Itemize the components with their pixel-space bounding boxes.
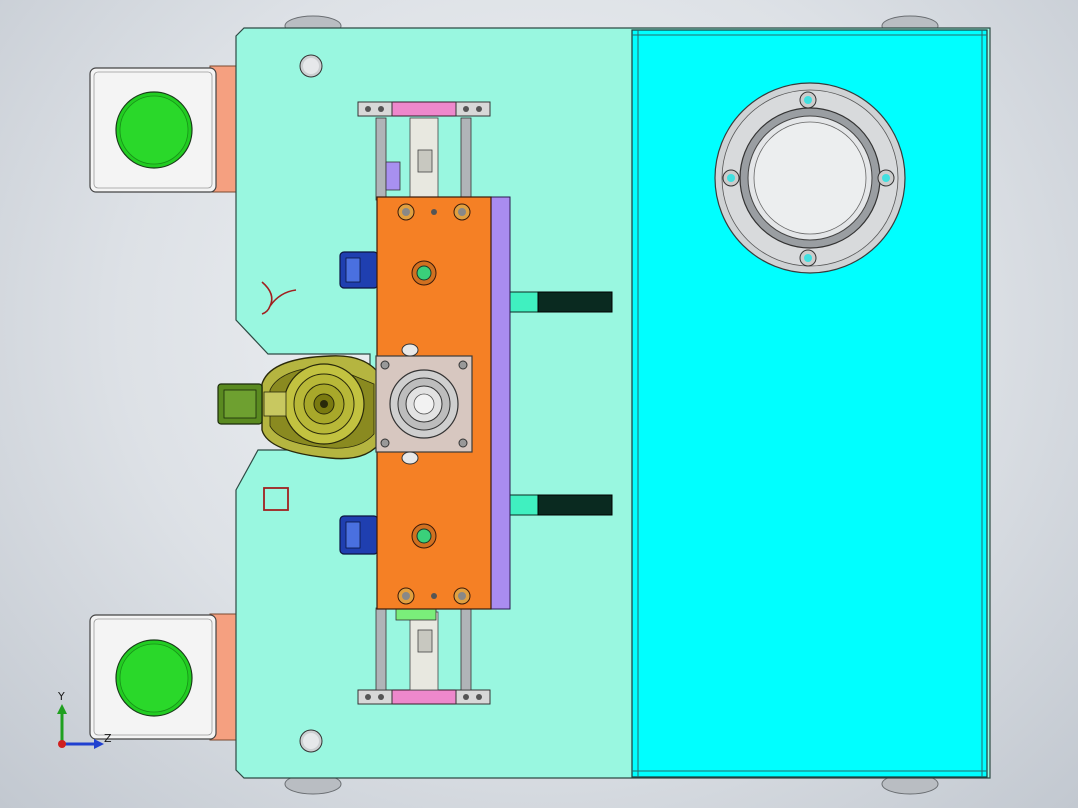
toggle-clamp-bottom[interactable] (339, 515, 379, 555)
y-axis-arrow (57, 704, 67, 714)
guide-rail[interactable] (489, 196, 511, 610)
push-button-top[interactable] (89, 67, 217, 193)
push-button-bottom[interactable] (89, 614, 217, 740)
electrical-connector[interactable] (217, 383, 263, 425)
z-axis-label: Z (104, 732, 112, 745)
toggle-clamp-top[interactable] (339, 251, 379, 289)
stop-block-bottom[interactable] (507, 494, 613, 516)
assembly-drawing[interactable]: Y Z (0, 0, 1078, 808)
cad-viewport[interactable]: Y Z (0, 0, 1078, 808)
top-end-bracket[interactable] (357, 101, 491, 117)
x-axis-point (58, 740, 66, 748)
round-flange[interactable] (714, 82, 906, 274)
bottom-end-bracket[interactable] (357, 689, 491, 705)
bearing-plate[interactable] (375, 343, 473, 465)
motor-housing[interactable] (261, 355, 383, 460)
z-axis-arrow (94, 739, 104, 749)
y-axis-label: Y (57, 690, 65, 703)
stop-block-top[interactable] (507, 291, 613, 313)
